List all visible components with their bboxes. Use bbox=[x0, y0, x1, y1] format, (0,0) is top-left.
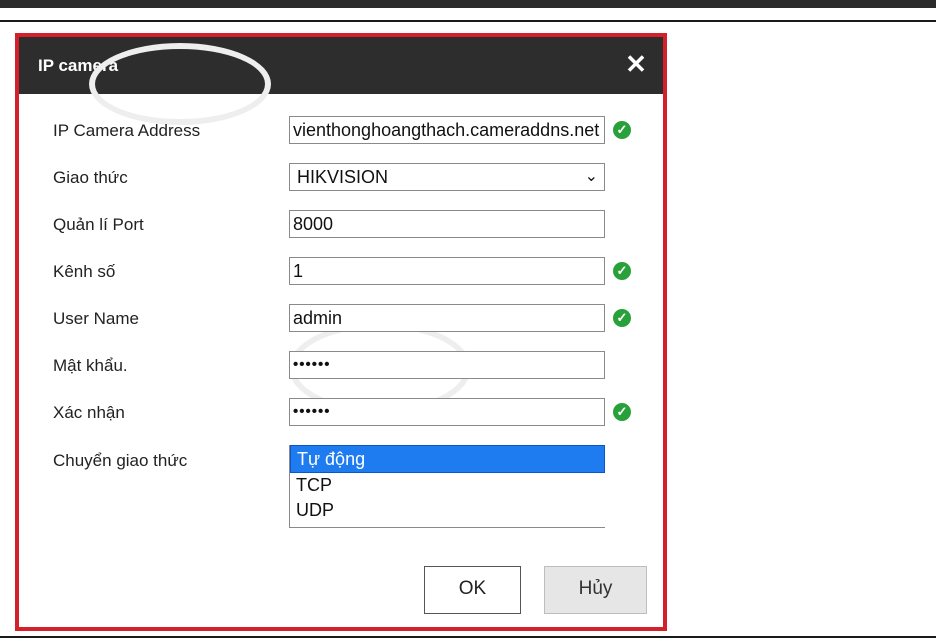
port-input[interactable]: 8000 bbox=[289, 210, 605, 238]
channel-label: Kênh số bbox=[53, 262, 116, 281]
password-input[interactable]: •••••• bbox=[289, 351, 605, 379]
transfer-protocol-label: Chuyển giao thức bbox=[53, 451, 188, 470]
listbox-option-auto[interactable]: Tự động bbox=[290, 445, 605, 473]
bottom-divider bbox=[0, 636, 936, 638]
chevron-down-icon: ⌄ bbox=[584, 168, 598, 185]
channel-input[interactable]: 1 bbox=[289, 257, 605, 285]
protocol-select[interactable]: HIKVISION ⌄ bbox=[289, 163, 605, 191]
username-input[interactable]: admin bbox=[289, 304, 605, 332]
confirm-password-input[interactable]: •••••• bbox=[289, 398, 605, 426]
channel-valid-icon: ✓ bbox=[613, 262, 631, 280]
dialog-titlebar: IP camera ✕ bbox=[19, 37, 663, 94]
confirm-password-valid-icon: ✓ bbox=[613, 403, 631, 421]
ip-camera-dialog: IP camera ✕ IP Camera Address vienthongh… bbox=[15, 33, 667, 631]
protocol-label: Giao thức bbox=[53, 168, 128, 187]
ip-address-valid-icon: ✓ bbox=[613, 121, 631, 139]
protocol-select-value: HIKVISION bbox=[297, 167, 389, 187]
username-valid-icon: ✓ bbox=[613, 309, 631, 327]
ip-address-label: IP Camera Address bbox=[53, 121, 201, 140]
top-edge-bar bbox=[0, 0, 936, 8]
cancel-button[interactable]: Hủy bbox=[544, 566, 647, 614]
ip-address-input[interactable]: vienthonghoangthach.cameraddns.net bbox=[289, 116, 605, 144]
password-label: Mật khẩu. bbox=[53, 356, 128, 375]
top-divider bbox=[0, 20, 936, 22]
confirm-password-label: Xác nhận bbox=[53, 403, 125, 422]
ok-button[interactable]: OK bbox=[424, 566, 521, 614]
dialog-title: IP camera bbox=[38, 56, 119, 75]
username-label: User Name bbox=[53, 309, 139, 328]
listbox-option-tcp[interactable]: TCP bbox=[290, 473, 605, 498]
close-icon[interactable]: ✕ bbox=[623, 51, 649, 77]
port-label: Quản lí Port bbox=[53, 215, 144, 234]
transfer-protocol-listbox[interactable]: Tự động TCP UDP bbox=[289, 445, 605, 528]
listbox-option-udp[interactable]: UDP bbox=[290, 498, 605, 523]
